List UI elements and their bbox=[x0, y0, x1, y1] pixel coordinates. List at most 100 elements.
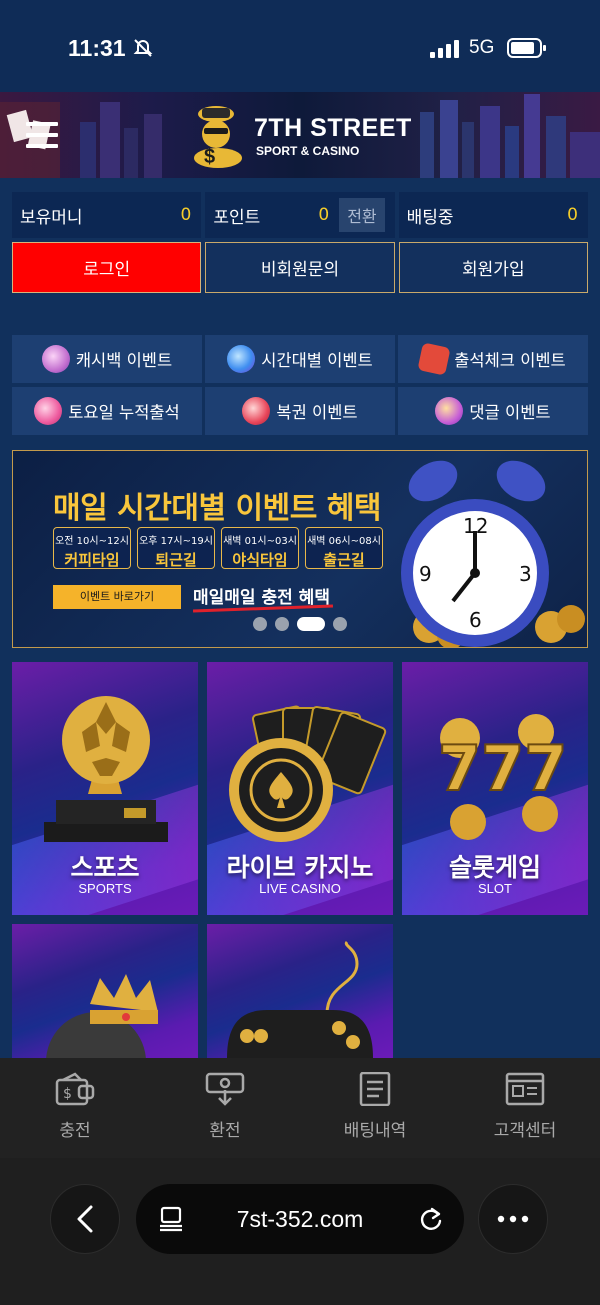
nav-customer-center[interactable]: 고객센터 bbox=[450, 1058, 600, 1158]
event-time-button[interactable]: 시간대별 이벤트 bbox=[205, 335, 395, 383]
money-cell: 보유머니 0 bbox=[12, 192, 202, 238]
withdraw-icon bbox=[205, 1072, 245, 1106]
event-label: 캐시백 이벤트 bbox=[75, 351, 173, 370]
alarm-clock-icon: 12 3 6 9 bbox=[401, 460, 585, 647]
banner-title: 매일 시간대별 이벤트 혜택 bbox=[53, 491, 381, 526]
site-header: $ 7TH STREET SPORT & CASINO bbox=[0, 92, 600, 178]
slot-name: 출근길 bbox=[323, 551, 365, 569]
bell-muted-icon bbox=[133, 39, 153, 57]
bottom-nav: $ 충전 환전 배팅내역 고객센터 bbox=[0, 1058, 600, 1158]
nav-label: 배팅내역 bbox=[343, 1121, 407, 1141]
menu-button[interactable] bbox=[26, 122, 58, 148]
hamburger-line bbox=[26, 122, 58, 126]
hamburger-line bbox=[26, 133, 58, 137]
game-name: 스포츠 bbox=[70, 853, 140, 882]
dice-icon bbox=[417, 342, 451, 376]
money-value: 0 bbox=[180, 205, 192, 225]
time-slot: 새벽 06시~08시 출근길 bbox=[305, 527, 383, 569]
points-value: 0 bbox=[318, 205, 330, 225]
game-sub: SLOT bbox=[478, 881, 512, 896]
back-button[interactable] bbox=[50, 1184, 120, 1254]
url-bar[interactable]: 7st-352.com bbox=[136, 1184, 464, 1254]
money-label: 보유머니 bbox=[20, 207, 83, 228]
carousel-dot[interactable] bbox=[275, 617, 289, 631]
comment-icon bbox=[435, 397, 464, 425]
crown-chip-icon bbox=[46, 974, 158, 1058]
game-name: 슬롯게임 bbox=[448, 853, 541, 882]
game-tile-live-casino[interactable]: 라이브 카지노 LIVE CASINO bbox=[207, 662, 393, 915]
betting-label: 배팅중 bbox=[406, 207, 454, 228]
event-label: 댓글 이벤트 bbox=[469, 403, 551, 422]
login-button[interactable]: 로그인 bbox=[12, 242, 202, 293]
event-cashback-button[interactable]: 캐시백 이벤트 bbox=[12, 335, 202, 383]
soccer-trophy-icon bbox=[44, 696, 168, 842]
more-dots-icon bbox=[497, 1215, 529, 1223]
bet-history-icon bbox=[359, 1072, 391, 1106]
slot-777-icon: 777 bbox=[437, 714, 568, 840]
carousel-dot[interactable] bbox=[253, 617, 267, 631]
logo-emblem-icon[interactable]: $ bbox=[190, 100, 246, 170]
url-text: 7st-352.com bbox=[236, 1205, 364, 1232]
time-slot: 새벽 01시~03시 야식타임 bbox=[221, 527, 299, 569]
points-cell: 포인트 0 전환 bbox=[205, 192, 395, 238]
event-label: 시간대별 이벤트 bbox=[261, 351, 373, 370]
event-lottery-button[interactable]: 복권 이벤트 bbox=[205, 387, 395, 435]
cashback-icon bbox=[41, 345, 70, 373]
clock-number-6: 6 bbox=[469, 608, 482, 632]
game-tile-gamepad[interactable] bbox=[207, 924, 393, 1058]
signal-icon bbox=[430, 40, 459, 58]
nav-withdraw[interactable]: 환전 bbox=[150, 1058, 300, 1158]
event-comment-button[interactable]: 댓글 이벤트 bbox=[398, 387, 588, 435]
slot-time: 오후 17시~19시 bbox=[139, 536, 213, 547]
candy-icon bbox=[34, 397, 63, 425]
more-button[interactable] bbox=[478, 1184, 548, 1254]
nav-label: 환전 bbox=[209, 1121, 241, 1141]
event-label: 복권 이벤트 bbox=[276, 403, 358, 422]
customer-center-icon bbox=[505, 1072, 545, 1106]
hamburger-line bbox=[26, 144, 58, 148]
carousel-dots bbox=[253, 617, 347, 631]
event-attendance-button[interactable]: 출석체크 이벤트 bbox=[398, 335, 588, 383]
game-sub: SPORTS bbox=[78, 881, 132, 896]
svg-text:$: $ bbox=[204, 146, 215, 168]
browser-toolbar: 7st-352.com bbox=[0, 1158, 600, 1305]
points-label: 포인트 bbox=[213, 207, 261, 228]
brand-subtitle: SPORT & CASINO bbox=[256, 144, 360, 158]
convert-button[interactable]: 전환 bbox=[339, 198, 385, 232]
game-tile-slot[interactable]: 777 슬롯게임 SLOT bbox=[402, 662, 588, 915]
deposit-icon: $ bbox=[55, 1072, 95, 1106]
event-saturday-button[interactable]: 토요일 누적출석 bbox=[12, 387, 202, 435]
event-goto-button[interactable]: 이벤트 바로가기 bbox=[53, 585, 181, 609]
nav-label: 충전 bbox=[59, 1121, 91, 1141]
brand-title: 7TH STREET bbox=[254, 114, 412, 142]
nav-label: 고객센터 bbox=[493, 1121, 557, 1141]
slot-time: 오전 10시~12시 bbox=[55, 536, 129, 547]
time-slot: 오후 17시~19시 퇴근길 bbox=[137, 527, 215, 569]
carousel-dot-active[interactable] bbox=[297, 617, 325, 631]
status-bar: 11:31 5G bbox=[0, 0, 600, 92]
balance-bar: 보유머니 0 포인트 0 전환 배팅중 0 bbox=[12, 192, 588, 238]
auth-buttons: 로그인 비회원문의 회원가입 bbox=[12, 242, 588, 293]
clock-number-3: 3 bbox=[519, 562, 532, 586]
signup-button[interactable]: 회원가입 bbox=[398, 242, 588, 293]
game-tile-crown[interactable] bbox=[12, 924, 198, 1058]
event-banner[interactable]: 매일 시간대별 이벤트 혜택 오전 10시~12시 커피타임 오후 17시~19… bbox=[12, 450, 588, 648]
chevron-left-icon bbox=[77, 1205, 93, 1233]
guest-inquiry-button[interactable]: 비회원문의 bbox=[205, 242, 395, 293]
betting-cell: 배팅중 0 bbox=[398, 192, 588, 238]
slot-time: 새벽 06시~08시 bbox=[307, 536, 381, 547]
game-name: 라이브 카지노 bbox=[226, 853, 374, 882]
reload-icon[interactable] bbox=[418, 1206, 444, 1232]
nav-bet-history[interactable]: 배팅내역 bbox=[300, 1058, 450, 1158]
carousel-dot[interactable] bbox=[333, 617, 347, 631]
banner-promo-text: 매일매일 충전 혜택 bbox=[193, 588, 330, 608]
clock-number-9: 9 bbox=[419, 562, 432, 586]
svg-text:$: $ bbox=[63, 1086, 72, 1102]
slot-name: 야식타임 bbox=[232, 551, 288, 569]
network-label: 5G bbox=[469, 37, 495, 58]
nav-deposit[interactable]: $ 충전 bbox=[0, 1058, 150, 1158]
event-menu: 캐시백 이벤트 시간대별 이벤트 출석체크 이벤트 토요일 누적출석 복권 이벤… bbox=[12, 335, 588, 435]
casino-chip-icon bbox=[229, 705, 387, 842]
time-event-icon bbox=[227, 345, 256, 373]
game-tile-sports[interactable]: 스포츠 SPORTS bbox=[12, 662, 198, 915]
